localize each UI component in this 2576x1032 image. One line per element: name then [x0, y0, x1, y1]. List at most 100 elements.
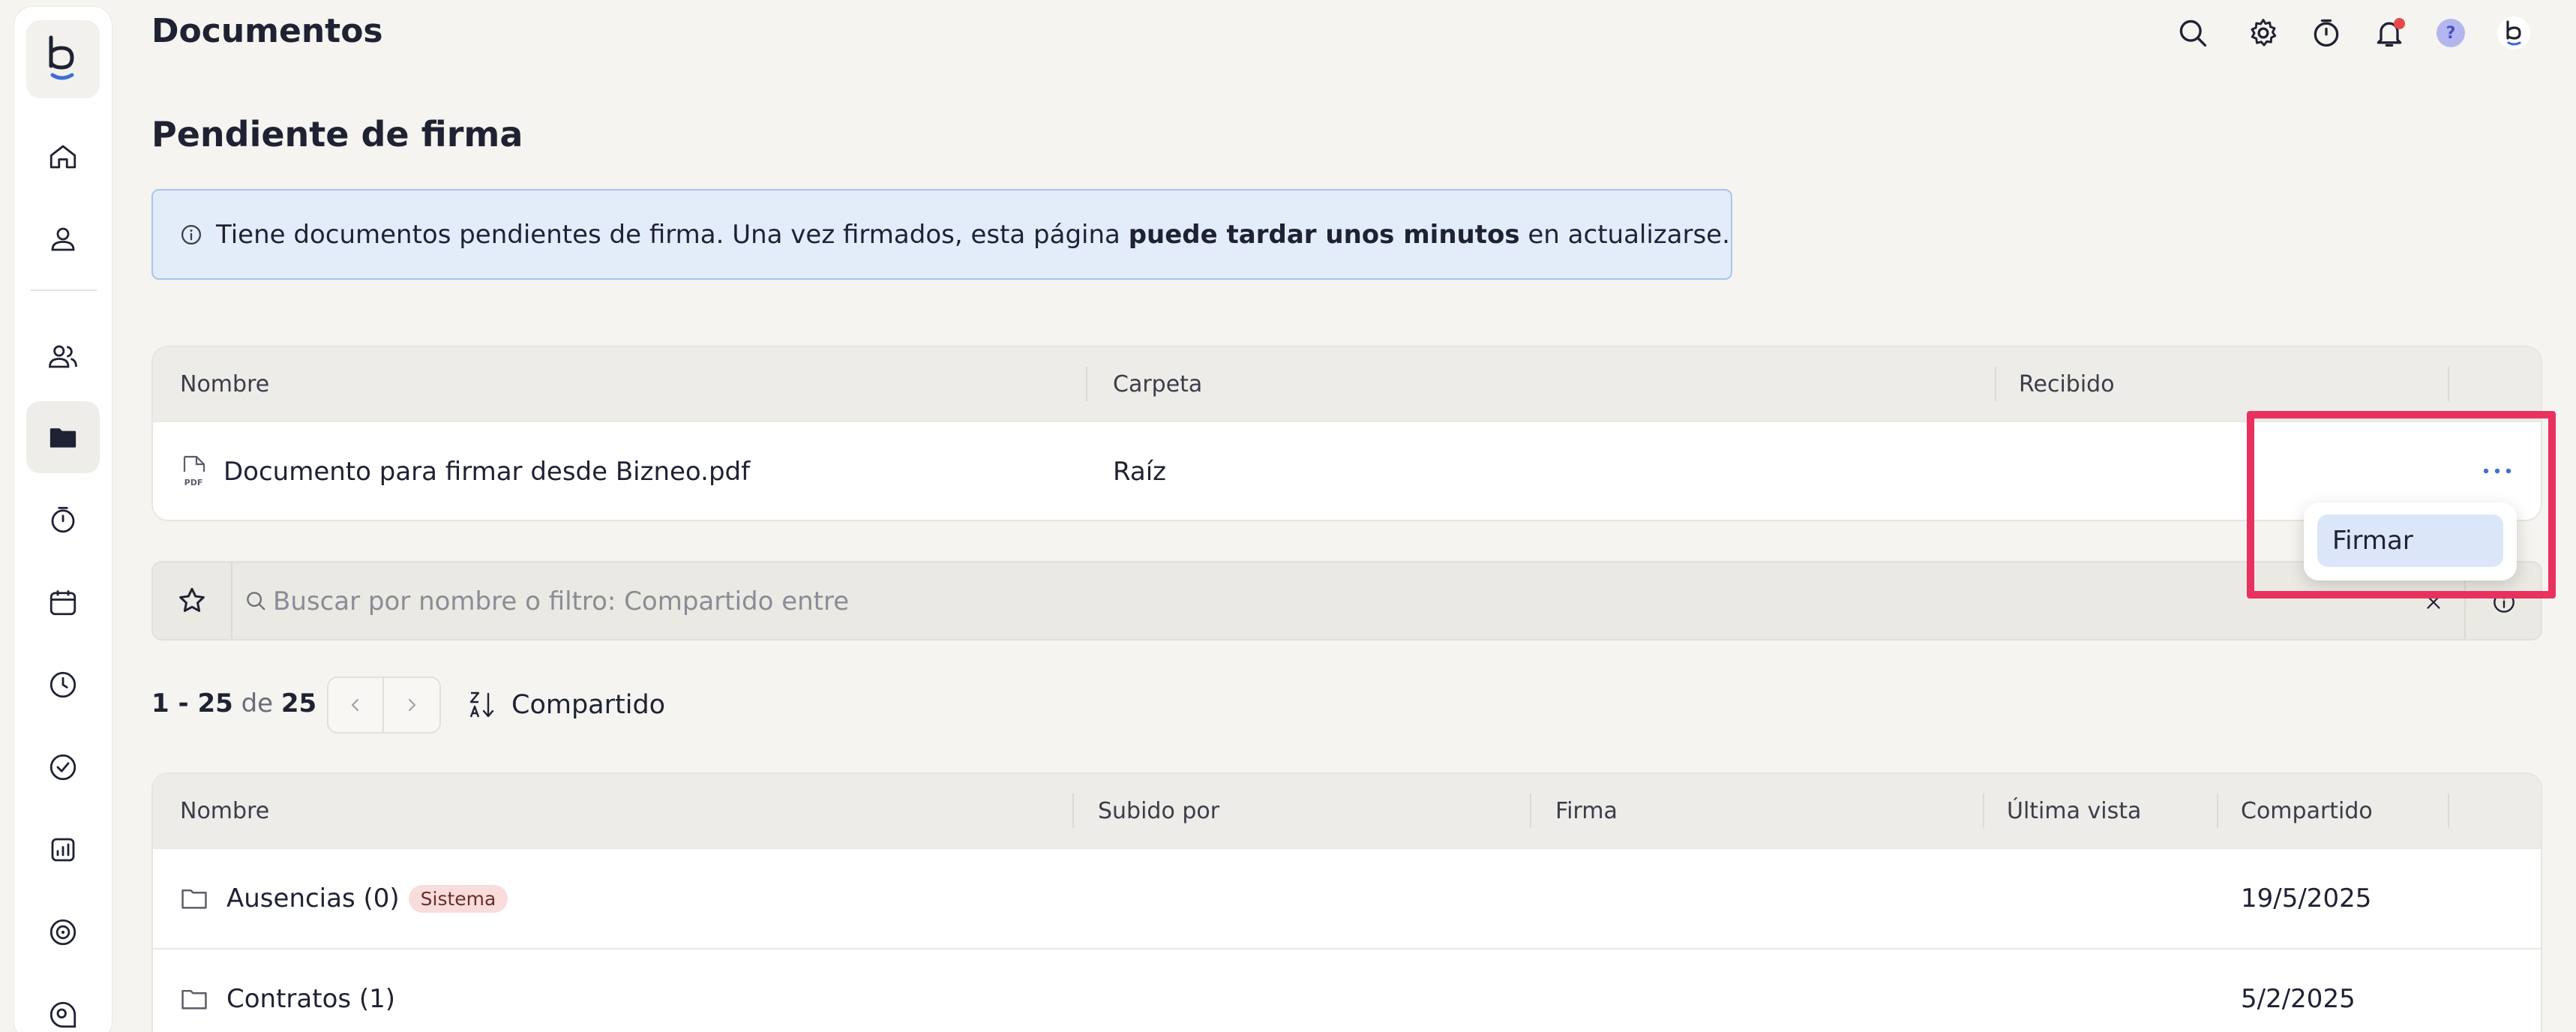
- gear-icon: [2251, 19, 2277, 46]
- column-divider: [1983, 794, 1984, 828]
- header-notifications-button[interactable]: [2368, 12, 2410, 54]
- column-header-last-view[interactable]: Última vista: [2007, 774, 2141, 848]
- notification-dot: [2394, 18, 2405, 29]
- timer-icon: [51, 506, 75, 533]
- pdf-file-icon: PDF: [183, 455, 205, 488]
- help-icon: ?: [2437, 19, 2465, 47]
- column-divider: [1995, 367, 1996, 401]
- logo-icon: [49, 35, 74, 80]
- column-header-folder[interactable]: Carpeta: [1113, 347, 1202, 421]
- info-banner: Tiene documentos pendientes de firma. Un…: [151, 189, 1732, 280]
- sidebar-item-calendar[interactable]: [26, 566, 100, 638]
- more-horizontal-icon: [2483, 468, 2512, 474]
- pagination-total: 25: [280, 688, 317, 718]
- column-header-uploaded-by[interactable]: Subido por: [1098, 774, 1219, 848]
- search-filter-bar: [151, 561, 2542, 640]
- search-info-button[interactable]: [2485, 584, 2523, 621]
- sort-label: Compartido: [511, 690, 666, 720]
- star-icon: [179, 587, 205, 612]
- search-input[interactable]: [273, 580, 2373, 622]
- pending-table-header: Nombre Carpeta Recibido: [153, 347, 2541, 421]
- system-badge: Sistema: [408, 884, 508, 913]
- next-page-button[interactable]: [384, 678, 439, 732]
- sidebar-item-goals[interactable]: [26, 896, 100, 968]
- column-divider: [1086, 367, 1087, 401]
- folder-name-cell: Ausencias (0) Sistema: [180, 849, 508, 948]
- avatar: [2497, 16, 2530, 50]
- table-row[interactable]: Contratos (1) 5/2/2025: [153, 948, 2541, 1032]
- sort-button[interactable]: Compartido: [469, 684, 665, 726]
- banner-text: Tiene documentos pendientes de firma. Un…: [216, 220, 1730, 250]
- sidebar-item-team[interactable]: [26, 320, 100, 392]
- sidebar-divider: [31, 290, 97, 291]
- header-settings-button[interactable]: [2242, 12, 2284, 54]
- timer-icon: [2314, 19, 2339, 47]
- pdf-label: PDF: [184, 478, 203, 488]
- users-icon: [49, 345, 77, 368]
- header-timer-button[interactable]: [2305, 12, 2347, 54]
- column-header-name[interactable]: Nombre: [180, 774, 269, 848]
- calendar-icon: [49, 590, 76, 616]
- clock-icon: [49, 671, 76, 698]
- column-divider: [2448, 794, 2449, 828]
- folder-name[interactable]: Ausencias (0): [226, 884, 400, 914]
- documents-table: Nombre Subido por Firma Última vista Com…: [151, 772, 2542, 1032]
- column-header-received[interactable]: Recibido: [2019, 347, 2115, 421]
- table-row[interactable]: Ausencias (0) Sistema 19/5/2025: [153, 848, 2541, 948]
- clear-search-button[interactable]: [2415, 584, 2452, 621]
- search-icon: [247, 592, 265, 610]
- pending-table: Nombre Carpeta Recibido PDF Documento pa…: [151, 346, 2542, 521]
- sidebar: [13, 6, 112, 1032]
- sidebar-item-documents[interactable]: [26, 401, 100, 473]
- sidebar-item-reports[interactable]: [26, 814, 100, 886]
- sidebar-item-profile[interactable]: [26, 203, 100, 275]
- previous-page-button[interactable]: [328, 678, 384, 732]
- chat-search-icon: [49, 1001, 76, 1028]
- sidebar-item-home[interactable]: [26, 121, 100, 193]
- folder-icon: [181, 989, 207, 1010]
- document-name-cell: PDF Documento para firmar desde Bizneo.p…: [180, 422, 750, 520]
- chart-icon: [51, 838, 75, 862]
- column-header-signature[interactable]: Firma: [1555, 774, 1618, 848]
- folder-icon: [49, 428, 76, 448]
- column-divider: [2448, 367, 2449, 401]
- check-circle-icon: [49, 754, 76, 781]
- column-header-shared[interactable]: Compartido: [2241, 774, 2373, 848]
- sidebar-item-feedback[interactable]: [26, 979, 100, 1032]
- sidebar-item-tasks[interactable]: [26, 731, 100, 803]
- column-header-name[interactable]: Nombre: [180, 347, 269, 421]
- column-divider: [2217, 794, 2218, 828]
- header-search-button[interactable]: [2172, 12, 2214, 54]
- row-actions-menu: Firmar: [2304, 502, 2517, 580]
- banner-text-start: Tiene documentos pendientes de firma. Un…: [216, 219, 1129, 250]
- close-icon: [2427, 596, 2440, 609]
- sign-menu-item[interactable]: Firmar: [2317, 514, 2503, 567]
- target-icon: [49, 919, 76, 946]
- favorites-button[interactable]: [153, 562, 232, 639]
- pagination-controls: [327, 676, 441, 734]
- folder-name-cell: Contratos (1): [180, 950, 395, 1032]
- table-row[interactable]: PDF Documento para firmar desde Bizneo.p…: [153, 421, 2541, 520]
- banner-text-end: en actualizarse.: [1519, 219, 1730, 250]
- sort-z-a-icon: [469, 692, 494, 718]
- folder-name[interactable]: Contratos (1): [226, 984, 395, 1014]
- documents-table-header: Nombre Subido por Firma Última vista Com…: [153, 774, 2541, 848]
- sidebar-item-clock[interactable]: [26, 649, 100, 721]
- pagination-summary: 1 - 25 de 25: [151, 688, 316, 718]
- sidebar-item-time[interactable]: [26, 484, 100, 556]
- app-logo[interactable]: [26, 20, 100, 98]
- header-help-button[interactable]: ?: [2430, 12, 2472, 54]
- pending-section-title: Pendiente de firma: [151, 114, 523, 154]
- info-icon: [181, 224, 201, 244]
- user-icon: [51, 227, 75, 251]
- pagination-of: de: [241, 688, 274, 718]
- search-icon: [2179, 20, 2207, 47]
- row-actions-button[interactable]: [2475, 448, 2520, 494]
- user-avatar[interactable]: [2493, 12, 2535, 54]
- info-icon: [2494, 592, 2515, 613]
- shared-date: 5/2/2025: [2241, 984, 2356, 1014]
- document-name[interactable]: Documento para firmar desde Bizneo.pdf: [223, 457, 750, 487]
- chevron-left-icon: [352, 699, 358, 711]
- banner-text-bold: puede tardar unos minutos: [1128, 219, 1520, 250]
- page-title: Documentos: [151, 12, 383, 50]
